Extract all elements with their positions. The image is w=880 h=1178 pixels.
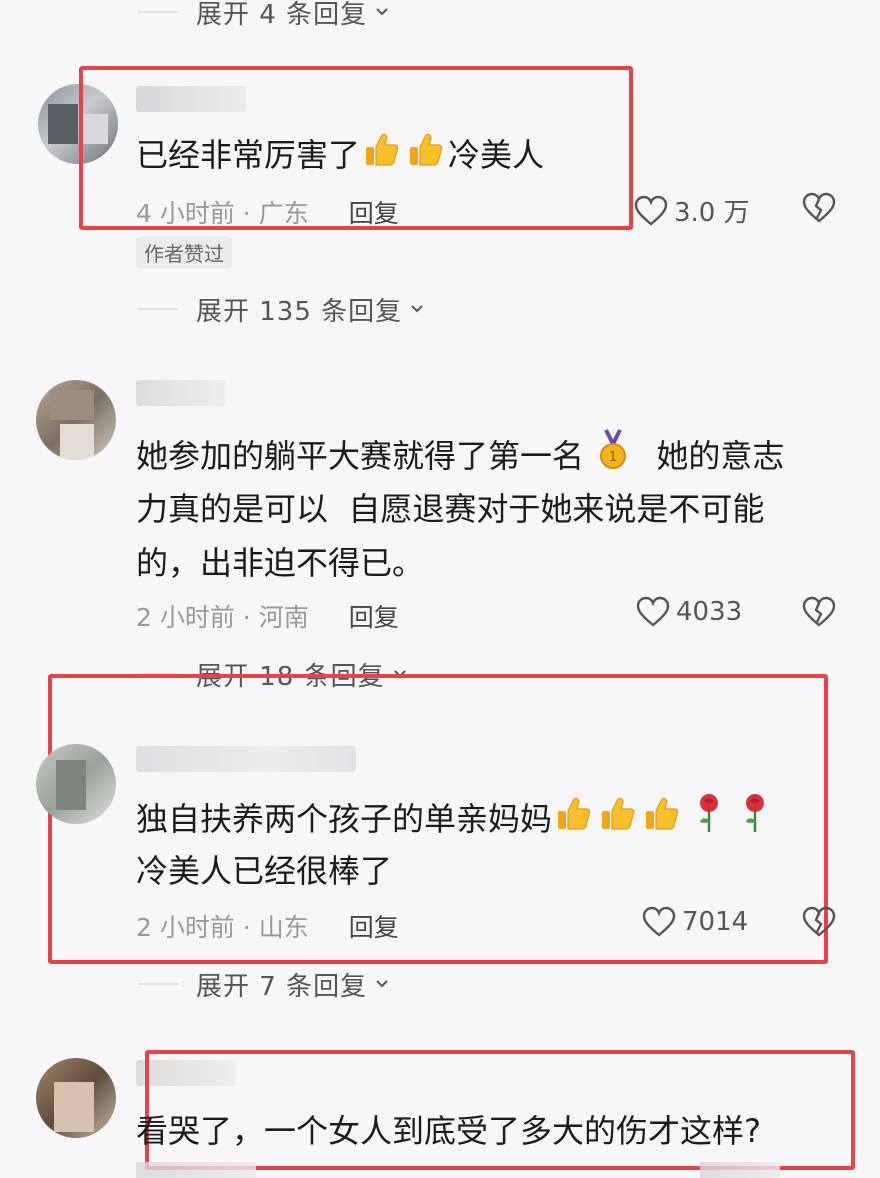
expand-replies[interactable]: 展开 7 条回复 bbox=[138, 966, 389, 1002]
expand-label: 展开 7 条回复 bbox=[196, 971, 368, 1002]
broken-heart-icon[interactable] bbox=[802, 596, 836, 628]
like-count: 3.0 万 bbox=[674, 198, 750, 228]
medal-emoji: 1 bbox=[596, 428, 630, 488]
comment-text: 她参加的躺平大赛就得了第一名 1 她的意志 bbox=[136, 428, 784, 488]
reply-button[interactable]: 回复 bbox=[349, 908, 399, 944]
thumbs-up-emoji bbox=[554, 793, 594, 849]
like-count: 7014 bbox=[682, 907, 749, 937]
divider bbox=[138, 983, 178, 985]
heart-icon bbox=[642, 906, 676, 937]
like-count: 4033 bbox=[676, 597, 743, 627]
like-button[interactable]: 3.0 万 bbox=[634, 192, 750, 229]
username-blurred[interactable] bbox=[136, 746, 356, 772]
comment-text: 看哭了，一个女人到底受了多大的伤才这样? bbox=[136, 1112, 761, 1150]
divider bbox=[138, 11, 178, 13]
expand-replies[interactable]: 展开 135 条回复 bbox=[138, 291, 424, 327]
expand-label: 展开 4 条回复 bbox=[196, 0, 368, 30]
time-location: 2 小时前 · 山东 bbox=[136, 913, 309, 942]
time-location: 2 小时前 · 河南 bbox=[136, 603, 309, 632]
like-button[interactable]: 4033 bbox=[636, 596, 742, 628]
reply-button[interactable]: 回复 bbox=[349, 598, 399, 634]
divider bbox=[138, 308, 178, 310]
comment-meta: 2 小时前 · 山东 回复 bbox=[136, 908, 399, 944]
svg-text:1: 1 bbox=[609, 450, 617, 465]
chevron-down-icon bbox=[376, 8, 388, 16]
author-liked-badge: 作者赞过 bbox=[136, 236, 232, 269]
expand-label: 展开 135 条回复 bbox=[196, 296, 403, 327]
rose-emoji bbox=[740, 792, 770, 850]
avatar[interactable] bbox=[36, 380, 116, 460]
highlight-box bbox=[79, 66, 633, 230]
rose-emoji bbox=[694, 792, 724, 850]
comment-text: 的，出非迫不得已。 bbox=[136, 544, 425, 582]
thumbs-up-emoji bbox=[598, 793, 638, 849]
comment-meta-partial bbox=[136, 1162, 256, 1178]
broken-heart-icon[interactable] bbox=[802, 192, 836, 224]
expand-replies-top[interactable]: 展开 4 条回复 bbox=[138, 0, 389, 30]
broken-heart-icon[interactable] bbox=[802, 906, 836, 938]
comment-meta: 2 小时前 · 河南 回复 bbox=[136, 598, 399, 634]
chevron-down-icon bbox=[411, 305, 423, 313]
like-button[interactable]: 7014 bbox=[642, 906, 748, 938]
heart-icon bbox=[636, 596, 670, 627]
heart-icon bbox=[634, 195, 668, 226]
username-blurred[interactable] bbox=[136, 380, 226, 406]
like-count-partial bbox=[700, 1162, 780, 1178]
comment-text: 冷美人已经很棒了 bbox=[136, 852, 393, 890]
thumbs-up-emoji bbox=[642, 793, 682, 849]
avatar[interactable] bbox=[36, 1058, 116, 1138]
chevron-down-icon bbox=[376, 980, 388, 988]
comment-text: 力真的是可以 自愿退赛对于她来说是不可能 bbox=[136, 490, 765, 528]
comment-text: 独自扶养两个孩子的单亲妈妈 bbox=[136, 792, 772, 850]
avatar[interactable] bbox=[36, 744, 116, 824]
